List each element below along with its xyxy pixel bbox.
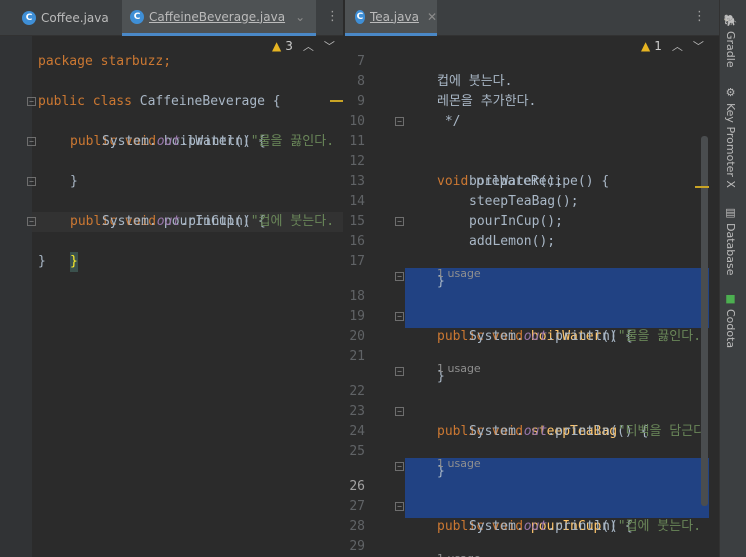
code-line: 25 [345, 422, 719, 459]
code-line: 14 pourInCup(); [345, 172, 719, 229]
tool-window-sidebar: 🐘 Gradle ⚙ Key Promoter X ▤ Database ■ C… [719, 0, 746, 557]
code-line: − public void boilWater() { [0, 92, 343, 149]
code-line: 27 System.out.println("컵에 붓는다. [345, 477, 719, 534]
code-line: 1 usage [345, 440, 719, 470]
fold-icon[interactable]: − [395, 502, 404, 511]
tab-coffee-java[interactable]: C Coffee.java [6, 0, 118, 36]
tool-window-key-promoter-x[interactable]: ⚙ Key Promoter X [724, 86, 737, 188]
code-line: 16 − } [345, 212, 719, 289]
chevron-down-icon[interactable]: ⌄ [295, 10, 305, 24]
fold-icon[interactable]: − [27, 217, 36, 226]
code-line: 17 [345, 232, 719, 269]
code-line: 13 steepTeaBag(); [345, 152, 719, 209]
code-line: 18 − public void boilWater() { [345, 267, 719, 344]
code-line: 21 [345, 327, 719, 364]
keyword: package starbuzz; [38, 54, 172, 69]
code-line: 1 usage [345, 250, 719, 280]
code-line: − public void pourInCup() { [0, 172, 343, 229]
key-promoter-icon: ⚙ [724, 86, 737, 99]
tab-label: Coffee.java [41, 11, 109, 25]
java-class-icon: C [355, 9, 365, 24]
tool-window-label: Key Promoter X [724, 103, 737, 188]
java-class-icon: C [130, 9, 144, 24]
fold-icon[interactable]: − [395, 407, 404, 416]
code-line: 11 − void prepareRecipe() { [345, 112, 719, 189]
right-tab-bar: C Tea.java ✕ ⋮ [345, 0, 719, 36]
fold-icon[interactable]: − [395, 117, 404, 126]
fold-icon[interactable]: − [395, 272, 404, 281]
tool-window-codota[interactable]: ■ Codota [724, 292, 737, 348]
codota-icon: ■ [724, 292, 737, 305]
java-class-icon: C [22, 11, 36, 25]
fold-icon[interactable]: − [27, 177, 36, 186]
database-icon: ▤ [724, 206, 737, 219]
close-brace: } [38, 254, 46, 269]
usage-hint[interactable]: 1 usage [437, 551, 481, 557]
fold-icon[interactable]: − [395, 312, 404, 321]
tool-window-label: Gradle [724, 31, 737, 69]
left-tab-bar: C Coffee.java C CaffeineBeverage.java ⌄ … [0, 0, 343, 36]
code-line: 7 컵에 붓는다. [345, 36, 719, 89]
code-line: 1 usage [345, 535, 719, 557]
vertical-scrollbar[interactable] [701, 136, 708, 506]
gradle-icon: 🐘 [724, 14, 737, 28]
tab-label: Tea.java [369, 9, 419, 24]
code-line: System.out.println("물을 끓인다. [0, 112, 343, 149]
code-line: 20 − } [345, 307, 719, 384]
code-line: public class CaffeineBeverage { [0, 72, 343, 109]
code-line: − } [0, 212, 343, 272]
code-line: 29 [345, 517, 719, 554]
fold-icon[interactable]: − [395, 217, 404, 226]
close-brace: } [70, 252, 78, 272]
code-line: 19 System.out.println("물을 끓인다. [345, 287, 719, 344]
more-options-icon[interactable]: ⋮ [326, 9, 339, 24]
code-line: 1 usage [345, 345, 719, 375]
code-line: 22 − public void steepTeaBag() { [345, 362, 719, 439]
tab-tea-java[interactable]: C Tea.java ✕ [345, 0, 437, 36]
scroll-marker [695, 186, 709, 188]
code-line: 15 addLemon(); [345, 192, 719, 249]
fold-icon[interactable]: − [27, 137, 36, 146]
code-line: System.out.println("컵에 붓는다. [0, 192, 343, 229]
code-line: package starbuzz; [0, 36, 343, 69]
tool-window-gradle[interactable]: 🐘 Gradle [724, 14, 737, 68]
tab-caffeinebeverage-java[interactable]: C CaffeineBeverage.java ⌄ [122, 0, 316, 36]
fold-icon[interactable]: − [395, 462, 404, 471]
close-icon[interactable]: ✕ [427, 10, 437, 24]
code-line: − } [0, 132, 343, 189]
tab-label: CaffeineBeverage.java [149, 9, 286, 24]
fold-icon[interactable]: − [395, 367, 404, 376]
code-line: 23 System.out.println("티백을 담근다 [345, 382, 719, 439]
code-line: 8 레몬을 추가한다. [345, 52, 719, 109]
code-line: } [0, 232, 343, 269]
scroll-marker [330, 100, 343, 102]
right-editor[interactable]: ▲ 1 ︿ ﹀ 7 컵에 붓는다. 8 레몬을 추가한다. 9 */ 10 11… [345, 36, 719, 557]
code-line: 9 */ [345, 72, 719, 129]
tool-window-label: Codota [724, 309, 737, 349]
fold-icon[interactable]: − [27, 97, 36, 106]
code-line: 24 − } [345, 402, 719, 479]
tool-window-label: Database [724, 223, 737, 276]
more-options-icon[interactable]: ⋮ [693, 9, 706, 24]
code-line: 10 [345, 92, 719, 129]
code-line: 12 boilWater(); [345, 132, 719, 189]
tool-window-database[interactable]: ▤ Database [724, 206, 737, 276]
left-editor[interactable]: ▲ 3 ︿ ﹀ package starbuzz; public class C… [0, 36, 343, 557]
code-line: 28 − } [345, 497, 719, 534]
code-line: 26 − public void pourInCup() { [345, 457, 719, 534]
